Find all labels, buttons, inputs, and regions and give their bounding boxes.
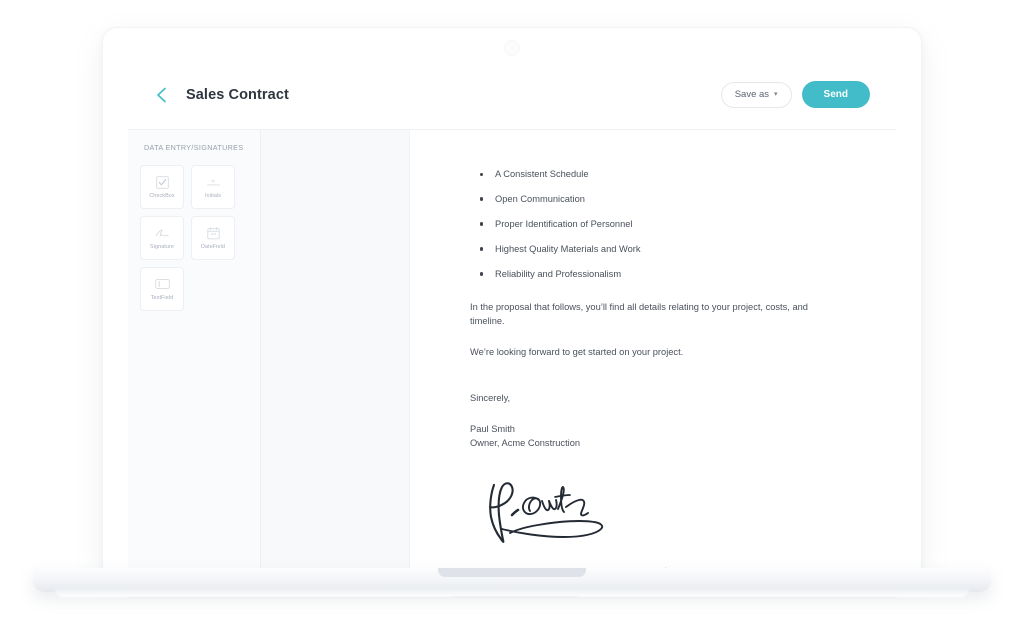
benefits-list: A Consistent Schedule Open Communication… [470,168,846,281]
list-item: A Consistent Schedule [470,168,846,181]
checkbox-icon [154,175,170,189]
tool-card-signature[interactable]: Signature [140,216,184,260]
tools-sidebar: DATA ENTRY/SIGNATURES CheckBox Initials … [128,130,261,598]
save-as-label: Save as [734,89,770,100]
textbox-icon [154,278,170,291]
webcam-icon [504,40,520,56]
tool-label: CheckBox [149,192,175,199]
chevron-down-icon: ▾ [774,91,778,98]
list-item: Reliability and Professionalism [470,268,846,281]
signer-name: Paul Smith [470,424,515,435]
tool-card-initials[interactable]: Initials [191,165,235,209]
closing-block: Sincerely, Paul Smith Owner, Acme Constr… [470,392,846,451]
calendar-icon [205,226,221,240]
document-pane[interactable]: A Consistent Schedule Open Communication… [261,130,896,598]
signer-role: Owner, Acme Construction [470,438,581,449]
tool-card-datefield[interactable]: DateField [191,216,235,260]
tool-label: TextField [150,294,174,301]
document-content: A Consistent Schedule Open Communication… [410,130,896,556]
signoff-line: Sincerely, [470,392,511,403]
chevron-left-icon [156,87,167,103]
list-item: Proper Identification of Personnel [470,218,846,231]
sidebar-section-title: DATA ENTRY/SIGNATURES [144,143,244,152]
laptop-base-notch [438,568,586,577]
send-button[interactable]: Send [801,81,870,108]
page-title: Sales Contract [186,86,289,103]
proposal-paragraph: In the proposal that follows, you’ll fin… [470,302,808,326]
app-header: Sales Contract Save as ▾ Send [128,60,896,130]
signature-pen-icon [154,227,170,240]
tool-card-checkbox[interactable]: CheckBox [140,165,184,209]
initials-icon [205,176,221,189]
signature-image [482,473,846,555]
document-page: A Consistent Schedule Open Communication… [410,130,896,585]
app-body: DATA ENTRY/SIGNATURES CheckBox Initials … [128,130,896,598]
tool-label: DateField [201,243,225,250]
laptop-mockup: Sales Contract Save as ▾ Send DATA ENTRY… [0,0,1024,635]
header-actions: Save as ▾ Send [720,81,870,108]
laptop-lid: Sales Contract Save as ▾ Send DATA ENTRY… [103,28,921,598]
screen-viewport: Sales Contract Save as ▾ Send DATA ENTRY… [128,60,896,598]
tool-grid: CheckBox Initials Signature DateField Te… [128,165,260,311]
save-as-button[interactable]: Save as ▾ [720,81,792,108]
list-item: Open Communication [470,193,846,206]
tool-label: Signature [150,243,174,250]
list-item: Highest Quality Materials and Work [470,243,846,256]
closing-paragraph: We’re looking forward to get started on … [470,347,684,358]
laptop-foot [55,589,969,597]
back-button[interactable] [150,84,172,106]
tool-card-textfield[interactable]: TextField [140,267,184,311]
tool-label: Initials [204,192,222,199]
